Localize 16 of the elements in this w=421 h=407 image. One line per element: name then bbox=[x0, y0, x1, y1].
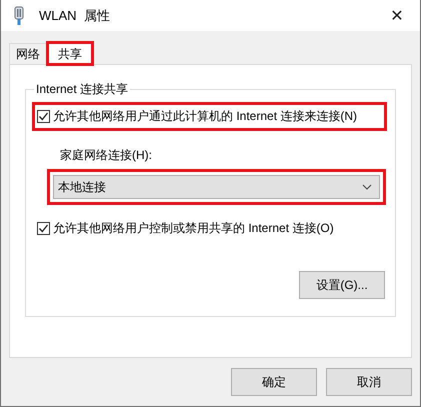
chevron-down-icon bbox=[362, 184, 372, 190]
close-button[interactable]: ✕ bbox=[374, 0, 420, 31]
home-network-dropdown[interactable]: 本地连接 bbox=[53, 175, 380, 199]
tab[interactable]: 共享 bbox=[47, 42, 93, 65]
checkbox[interactable] bbox=[37, 222, 50, 235]
settings-button[interactable]: 设置(G)... bbox=[299, 271, 385, 299]
network-adapter-icon bbox=[13, 6, 25, 26]
tab[interactable]: 网络 bbox=[9, 43, 47, 64]
cancel-button[interactable]: 取消 bbox=[326, 368, 412, 396]
ok-button[interactable]: 确定 bbox=[231, 368, 317, 396]
control-checkbox[interactable]: 允许其他网络用户控制或禁用共享的 Internet 连接(O) bbox=[34, 216, 385, 241]
window-title: WLAN 属性 bbox=[39, 6, 110, 24]
checkbox[interactable] bbox=[37, 110, 50, 123]
home-network-label: 家庭网络连接(H): bbox=[59, 147, 153, 164]
group-title: Internet 连接共享 bbox=[34, 81, 130, 98]
sharing-checkbox[interactable]: 允许其他网络用户通过此计算机的 Internet 连接来连接(N) bbox=[34, 104, 385, 129]
